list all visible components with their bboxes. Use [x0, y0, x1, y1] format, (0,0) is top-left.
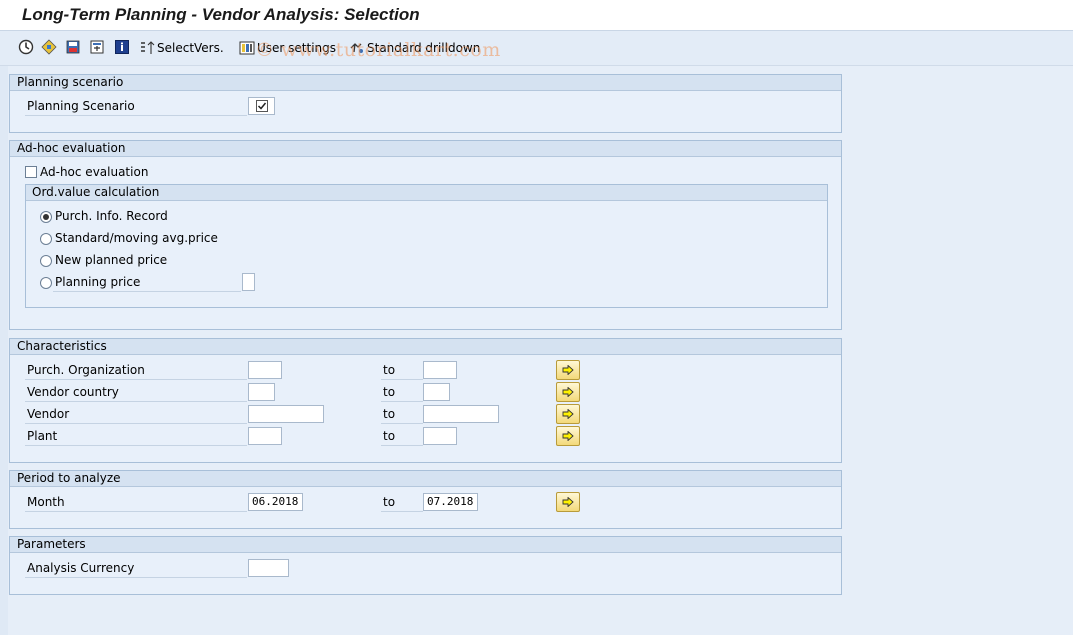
radio-label-purch-info-record: Purch. Info. Record: [55, 209, 168, 223]
characteristics-group: Characteristics Purch. Organization to V…: [9, 338, 842, 463]
vendor-label: Vendor: [25, 406, 247, 424]
arrow-right-icon: [562, 387, 574, 397]
purch-organization-to-label: to: [381, 362, 423, 380]
radio-label-planning-price: Planning price: [53, 274, 241, 292]
radio-label-new-planned-price: New planned price: [55, 253, 168, 267]
adhoc-evaluation-checkbox[interactable]: [25, 166, 37, 178]
plant-from-field[interactable]: [248, 427, 282, 445]
variant-icon[interactable]: [41, 39, 57, 55]
radio-planning-price[interactable]: [40, 277, 52, 289]
adhoc-evaluation-checkbox-label: Ad-hoc evaluation: [40, 165, 149, 179]
purch-organization-multiple-selection-button[interactable]: [556, 360, 580, 380]
period-to-analyze-group: Period to analyze Month 06.2018 to 07.20…: [9, 470, 842, 529]
drilldown-icon: [350, 43, 363, 53]
analysis-currency-field[interactable]: [248, 559, 289, 577]
month-from-field[interactable]: 06.2018: [248, 493, 303, 511]
analysis-currency-label: Analysis Currency: [25, 560, 247, 578]
save-variant-icon[interactable]: [65, 39, 81, 55]
characteristics-header: Characteristics: [10, 339, 841, 355]
select-versions-icon: [141, 41, 155, 54]
radio-label-standard-moving-avg-price: Standard/moving avg.price: [55, 231, 218, 245]
plant-to-field[interactable]: [423, 427, 457, 445]
adhoc-evaluation-header: Ad-hoc evaluation: [10, 141, 841, 157]
ord-value-calculation-group: Ord.value calculation Purch. Info. Recor…: [25, 184, 828, 308]
radio-new-planned-price[interactable]: [40, 255, 52, 267]
selection-screen: Planning scenario Planning Scenario Ad-h…: [8, 66, 1073, 635]
planning-scenario-label: Planning Scenario: [25, 98, 247, 116]
purch-organization-from-field[interactable]: [248, 361, 282, 379]
adhoc-evaluation-group: Ad-hoc evaluation Ad-hoc evaluation Ord.…: [9, 140, 842, 330]
parameters-group: Parameters Analysis Currency: [9, 536, 842, 595]
planning-scenario-checkbox[interactable]: [248, 97, 275, 115]
month-multiple-selection-button[interactable]: [556, 492, 580, 512]
user-settings-icon: [239, 41, 255, 55]
info-icon[interactable]: [114, 39, 130, 55]
planning-scenario-header: Planning scenario: [10, 75, 841, 91]
vendor-country-from-field[interactable]: [248, 383, 275, 401]
arrow-right-icon: [562, 497, 574, 507]
period-to-analyze-header: Period to analyze: [10, 471, 841, 487]
vendor-country-label: Vendor country: [25, 384, 247, 402]
month-to-field[interactable]: 07.2018: [423, 493, 478, 511]
user-settings-label: User settings: [257, 41, 337, 55]
arrow-right-icon: [562, 409, 574, 419]
user-settings-button[interactable]: User settings: [239, 39, 336, 57]
month-label: Month: [25, 494, 247, 512]
vendor-to-label: to: [381, 406, 423, 424]
application-toolbar: SelectVers. User settings Standard drill…: [0, 31, 1073, 66]
arrow-right-icon: [562, 365, 574, 375]
month-to-label: to: [381, 494, 423, 512]
checkmark-icon: [255, 100, 268, 112]
ord-value-calculation-header: Ord.value calculation: [26, 185, 827, 201]
select-versions-button[interactable]: SelectVers.: [139, 39, 224, 57]
execute-icon[interactable]: [18, 39, 34, 55]
vendor-country-multiple-selection-button[interactable]: [556, 382, 580, 402]
page-title: Long-Term Planning - Vendor Analysis: Se…: [22, 5, 420, 24]
purch-organization-label: Purch. Organization: [25, 362, 247, 380]
standard-drilldown-label: Standard drilldown: [367, 41, 481, 55]
plant-to-label: to: [381, 428, 423, 446]
plant-multiple-selection-button[interactable]: [556, 426, 580, 446]
planning-price-field[interactable]: [242, 273, 255, 291]
vendor-country-to-label: to: [381, 384, 423, 402]
plant-label: Plant: [25, 428, 247, 446]
planning-scenario-group: Planning scenario Planning Scenario: [9, 74, 842, 133]
get-variant-icon[interactable]: [89, 39, 105, 55]
purch-organization-to-field[interactable]: [423, 361, 457, 379]
standard-drilldown-button[interactable]: Standard drilldown: [349, 39, 480, 57]
vendor-to-field[interactable]: [423, 405, 499, 423]
vendor-from-field[interactable]: [248, 405, 324, 423]
radio-purch-info-record[interactable]: [40, 211, 52, 223]
title-bar: Long-Term Planning - Vendor Analysis: Se…: [0, 0, 1073, 31]
vendor-country-to-field[interactable]: [423, 383, 450, 401]
arrow-right-icon: [562, 431, 574, 441]
vendor-multiple-selection-button[interactable]: [556, 404, 580, 424]
parameters-header: Parameters: [10, 537, 841, 553]
radio-standard-moving-avg-price[interactable]: [40, 233, 52, 245]
select-versions-label: SelectVers.: [157, 41, 224, 55]
